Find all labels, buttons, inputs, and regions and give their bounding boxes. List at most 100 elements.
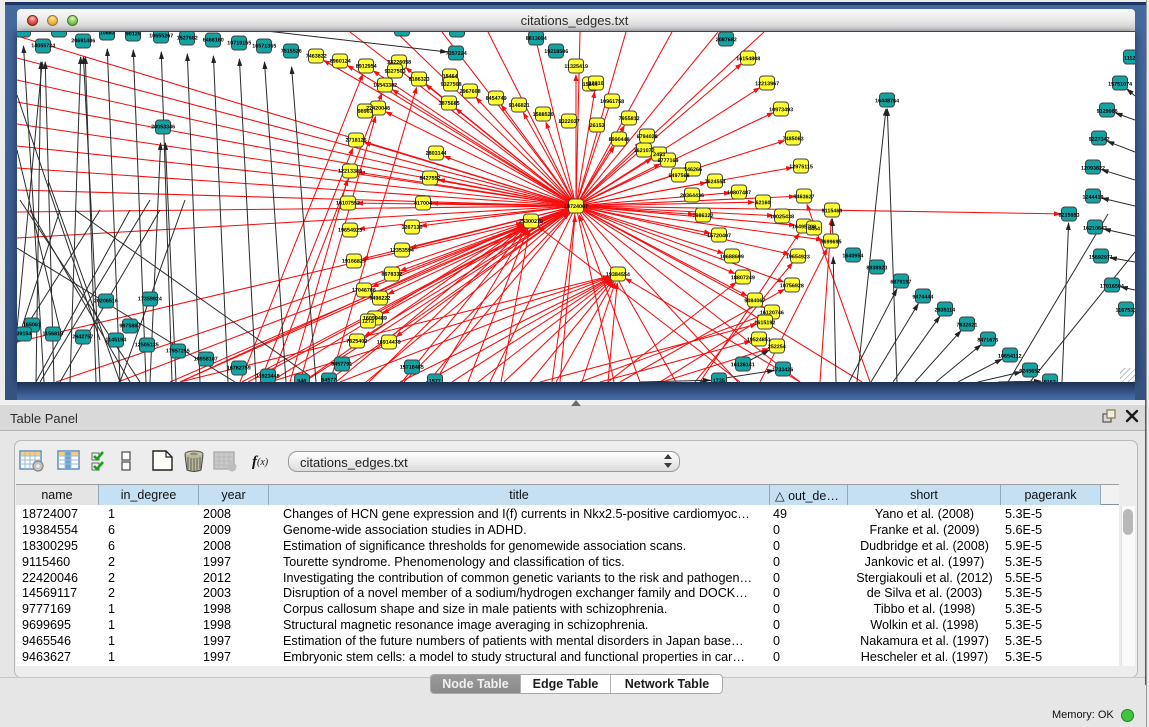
svg-text:9084067: 9084067 — [744, 298, 765, 304]
svg-text:7986322: 7986322 — [692, 213, 713, 219]
svg-text:17046786: 17046786 — [352, 288, 376, 294]
svg-text:16210643: 16210643 — [1083, 226, 1107, 232]
svg-text:12353594: 12353594 — [390, 248, 414, 254]
svg-text:10756928: 10756928 — [780, 283, 804, 289]
svg-text:6466160: 6466160 — [203, 37, 224, 43]
svg-text:2967608: 2967608 — [460, 89, 481, 95]
svg-text:17359924: 17359924 — [138, 296, 162, 302]
svg-text:15751074: 15751074 — [1108, 82, 1132, 88]
svg-text:7485063: 7485063 — [783, 136, 804, 142]
svg-text:10807487: 10807487 — [727, 190, 751, 196]
svg-text:10654112: 10654112 — [998, 354, 1022, 360]
svg-text:9327508: 9327508 — [441, 82, 462, 88]
svg-text:10688609: 10688609 — [720, 254, 744, 260]
svg-text:1273: 1273 — [362, 319, 374, 325]
svg-text:8678332: 8678332 — [381, 272, 402, 278]
svg-text:15464: 15464 — [443, 74, 458, 80]
svg-text:8938923: 8938923 — [866, 265, 887, 271]
svg-text:98961: 98961 — [358, 109, 373, 115]
svg-text:19524851: 19524851 — [747, 337, 771, 343]
svg-text:11923448: 11923448 — [256, 374, 280, 380]
svg-text:39154: 39154 — [17, 331, 31, 337]
svg-text:1733426: 1733426 — [772, 367, 793, 373]
svg-text:2803144: 2803144 — [426, 151, 447, 157]
svg-text:10025438: 10025438 — [770, 214, 794, 220]
svg-text:8186323: 8186323 — [409, 77, 430, 83]
svg-text:16782759: 16782759 — [227, 366, 251, 372]
svg-text:9457791: 9457791 — [331, 362, 352, 368]
svg-text:2087682: 2087682 — [716, 37, 737, 43]
svg-text:10973493: 10973493 — [769, 107, 793, 113]
svg-text:9463627: 9463627 — [794, 194, 815, 200]
svg-text:15720407: 15720407 — [707, 233, 731, 239]
svg-text:20364436: 20364436 — [680, 193, 704, 199]
svg-text:1145194: 1145194 — [105, 337, 126, 343]
svg-text:7357224: 7357224 — [446, 51, 467, 57]
svg-text:18807249: 18807249 — [731, 275, 755, 281]
svg-text:1527602: 1527602 — [177, 35, 198, 41]
svg-text:9245652: 9245652 — [1019, 369, 1040, 375]
svg-text:8960124: 8960124 — [330, 59, 351, 65]
svg-text:8813054: 8813054 — [526, 36, 547, 42]
svg-text:9227342: 9227342 — [1089, 137, 1110, 143]
svg-text:16120746: 16120746 — [760, 310, 784, 316]
svg-text:8454749: 8454749 — [486, 96, 507, 102]
svg-text:1588520: 1588520 — [533, 112, 554, 118]
svg-text:12213389: 12213389 — [338, 169, 362, 175]
svg-text:16914479: 16914479 — [377, 340, 401, 346]
svg-text:7955812: 7955812 — [619, 116, 640, 122]
svg-text:7515526: 7515526 — [281, 49, 302, 55]
svg-text:9498222: 9498222 — [369, 296, 390, 302]
svg-text:23226058: 23226058 — [387, 60, 411, 66]
svg-text:16107552: 16107552 — [336, 201, 360, 207]
svg-text:16571355: 16571355 — [252, 44, 276, 50]
svg-text:252254: 252254 — [768, 344, 786, 350]
svg-text:16154808: 16154808 — [736, 56, 760, 62]
svg-text:7463822: 7463822 — [306, 54, 327, 60]
svg-text:20206516: 20206516 — [94, 298, 118, 304]
svg-text:2942757: 2942757 — [72, 334, 93, 340]
svg-text:10910: 10910 — [589, 81, 604, 87]
svg-text:9975887: 9975887 — [119, 323, 140, 329]
svg-text:19654923: 19654923 — [786, 254, 810, 260]
svg-text:19654923: 19654923 — [338, 228, 362, 234]
svg-text:8215953: 8215953 — [1058, 213, 1079, 219]
svg-text:1167533: 1167533 — [1115, 308, 1135, 314]
svg-text:16448764: 16448764 — [875, 98, 899, 104]
svg-text:20691406: 20691406 — [71, 38, 95, 44]
svg-text:3267130: 3267130 — [401, 225, 422, 231]
svg-text:9474444: 9474444 — [912, 294, 933, 300]
svg-text:15692971: 15692971 — [1089, 255, 1113, 261]
svg-text:11124: 11124 — [1124, 56, 1135, 62]
svg-text:20053346: 20053346 — [151, 124, 175, 130]
svg-text:9777169: 9777169 — [658, 158, 679, 164]
svg-text:26153: 26153 — [590, 123, 605, 129]
svg-text:10961758: 10961758 — [600, 99, 624, 105]
svg-text:9699695: 9699695 — [820, 239, 841, 245]
svg-text:18724007: 18724007 — [564, 204, 588, 210]
svg-text:1156819: 1156819 — [42, 331, 63, 337]
svg-text:4454: 4454 — [808, 226, 820, 232]
svg-text:3624554: 3624554 — [705, 179, 726, 185]
svg-text:8471676: 8471676 — [977, 338, 998, 344]
svg-text:216564: 216564 — [17, 32, 32, 33]
svg-text:15716485: 15716485 — [400, 365, 424, 371]
svg-text:19218506: 19218506 — [544, 49, 568, 55]
svg-text:16543382: 16543382 — [373, 83, 397, 89]
svg-text:7632621: 7632621 — [956, 323, 977, 329]
svg-text:16136141: 16136141 — [731, 362, 755, 368]
svg-text:2935114: 2935114 — [935, 308, 956, 314]
svg-text:17957255: 17957255 — [166, 348, 190, 354]
svg-text:11325419: 11325419 — [564, 64, 588, 70]
svg-text:9327503: 9327503 — [385, 69, 406, 75]
svg-text:8912954: 8912954 — [356, 64, 377, 70]
svg-text:6879197: 6879197 — [890, 279, 911, 285]
svg-text:165061: 165061 — [23, 322, 41, 328]
svg-text:6794028: 6794028 — [637, 134, 658, 140]
svg-text:12093822: 12093822 — [1081, 166, 1105, 172]
svg-text:9129966: 9129966 — [1097, 109, 1118, 115]
svg-text:9146821: 9146821 — [509, 103, 530, 109]
svg-text:12975115: 12975115 — [789, 164, 813, 170]
svg-text:6497568: 6497568 — [669, 173, 690, 179]
svg-text:8322037: 8322037 — [559, 119, 580, 125]
